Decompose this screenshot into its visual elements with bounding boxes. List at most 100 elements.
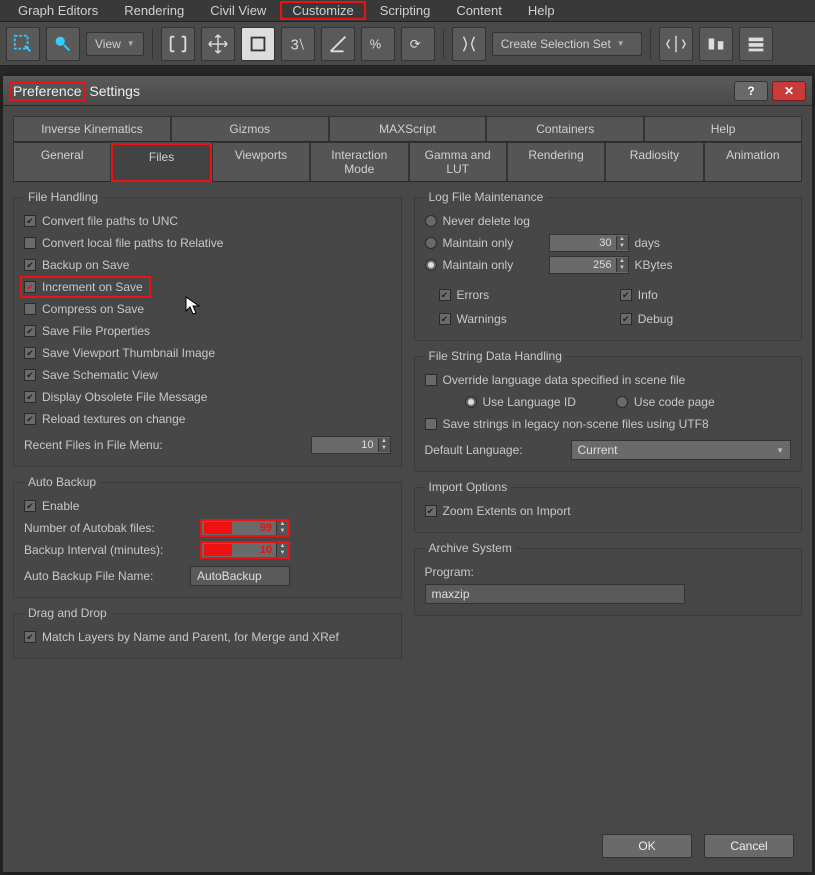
help-button[interactable]: ? (734, 81, 768, 101)
zoom-extents-label: Zoom Extents on Import (443, 504, 571, 518)
log-value-spinner[interactable]: ▲▼ (549, 234, 629, 252)
menu-scripting[interactable]: Scripting (368, 1, 443, 20)
program-input[interactable] (425, 584, 685, 604)
tab-maxscript[interactable]: MAXScript (329, 116, 487, 141)
tab-row-top: Inverse Kinematics Gizmos MAXScript Cont… (13, 116, 802, 142)
angle-snap-icon[interactable] (321, 27, 355, 61)
log-checkbox[interactable] (439, 289, 451, 301)
tab-inverse-kinematics[interactable]: Inverse Kinematics (13, 116, 171, 141)
file-handling-label: Reload textures on change (42, 412, 185, 426)
file-handling-label: Display Obsolete File Message (42, 390, 207, 404)
menu-graph-editors[interactable]: Graph Editors (6, 1, 110, 20)
log-radio[interactable] (425, 259, 437, 271)
tab-rendering[interactable]: Rendering (507, 142, 605, 181)
override-lang-checkbox[interactable] (425, 374, 437, 386)
file-handling-label: Increment on Save (42, 280, 143, 294)
mirror-icon[interactable] (659, 27, 693, 61)
autobackup-filename-label: Auto Backup File Name: (24, 569, 184, 583)
enable-autobackup-label: Enable (42, 499, 79, 513)
named-selection-icon[interactable] (452, 27, 486, 61)
menu-customize[interactable]: Customize (280, 1, 365, 20)
tab-gamma-lut[interactable]: Gamma and LUT (409, 142, 507, 181)
log-value-input[interactable] (550, 259, 616, 271)
use-language-id-radio[interactable] (465, 396, 477, 408)
toolbar: View▼ 3 % ⟳ Create Selection Set▼ (0, 22, 815, 66)
autobackup-spinner[interactable]: ▲▼ (200, 541, 290, 559)
autobackup-value-input[interactable] (232, 544, 276, 556)
log-radio-label: Maintain only (443, 236, 543, 250)
enable-autobackup-checkbox[interactable] (24, 500, 36, 512)
file-handling-checkbox[interactable] (24, 325, 36, 337)
file-handling-legend: File Handling (24, 190, 102, 204)
log-radio[interactable] (425, 215, 437, 227)
tab-animation[interactable]: Animation (704, 142, 802, 181)
ok-button[interactable]: OK (602, 834, 692, 858)
log-checkbox[interactable] (439, 313, 451, 325)
tab-viewports[interactable]: Viewports (212, 142, 310, 181)
recent-files-spinner[interactable]: ▲▼ (311, 436, 391, 454)
default-language-dropdown[interactable]: Current▼ (571, 440, 792, 460)
autobackup-spinner[interactable]: ▲▼ (200, 519, 290, 537)
file-handling-checkbox[interactable] (24, 347, 36, 359)
log-maintenance-group: Log File Maintenance Never delete logMai… (414, 190, 803, 341)
file-handling-checkbox[interactable] (24, 215, 36, 227)
select-region-icon[interactable] (6, 27, 40, 61)
file-handling-checkbox[interactable] (24, 391, 36, 403)
file-handling-label: Convert local file paths to Relative (42, 236, 223, 250)
menu-rendering[interactable]: Rendering (112, 1, 196, 20)
close-button[interactable]: ✕ (772, 81, 806, 101)
svg-text:⟳: ⟳ (409, 36, 420, 51)
menu-help[interactable]: Help (516, 1, 567, 20)
file-handling-checkbox[interactable] (24, 237, 36, 249)
file-handling-label: Compress on Save (42, 302, 144, 316)
recent-files-input[interactable] (312, 439, 378, 451)
archive-system-legend: Archive System (425, 541, 516, 555)
tab-general[interactable]: General (13, 142, 111, 181)
log-radio[interactable] (425, 237, 437, 249)
autobackup-param-label: Number of Autobak files: (24, 521, 194, 535)
selection-box-icon[interactable] (241, 27, 275, 61)
file-handling-checkbox[interactable] (24, 281, 36, 293)
tab-radiosity[interactable]: Radiosity (605, 142, 703, 181)
save-utf8-checkbox[interactable] (425, 418, 437, 430)
cancel-button[interactable]: Cancel (704, 834, 794, 858)
selection-set-dropdown[interactable]: Create Selection Set▼ (492, 32, 642, 56)
toolbar-separator (650, 29, 651, 59)
menu-civil-view[interactable]: Civil View (198, 1, 278, 20)
use-code-page-radio[interactable] (616, 396, 628, 408)
file-handling-checkbox[interactable] (24, 369, 36, 381)
file-handling-checkbox[interactable] (24, 413, 36, 425)
file-handling-checkbox[interactable] (24, 303, 36, 315)
layers-icon[interactable] (739, 27, 773, 61)
match-layers-checkbox[interactable] (24, 631, 36, 643)
zoom-extents-checkbox[interactable] (425, 505, 437, 517)
log-value-spinner[interactable]: ▲▼ (549, 256, 629, 274)
toolbar-separator (152, 29, 153, 59)
autobackup-filename-input[interactable] (190, 566, 290, 586)
percent-snap-icon[interactable]: % (361, 27, 395, 61)
use-code-page-label: Use code page (634, 395, 715, 409)
tab-interaction-mode[interactable]: Interaction Mode (310, 142, 408, 181)
log-checkbox[interactable] (620, 313, 632, 325)
constraint-3-icon[interactable]: 3 (281, 27, 315, 61)
selection-bracket-icon[interactable] (161, 27, 195, 61)
auto-backup-group: Auto Backup Enable Number of Autobak fil… (13, 475, 402, 598)
menu-content[interactable]: Content (444, 1, 514, 20)
tab-gizmos[interactable]: Gizmos (171, 116, 329, 141)
tab-files[interactable]: Files (111, 143, 211, 182)
log-suffix-label: days (635, 236, 660, 250)
filter-icon[interactable] (46, 27, 80, 61)
move-icon[interactable] (201, 27, 235, 61)
align-icon[interactable] (699, 27, 733, 61)
view-dropdown[interactable]: View▼ (86, 32, 144, 56)
tab-containers[interactable]: Containers (486, 116, 644, 141)
import-options-legend: Import Options (425, 480, 512, 494)
recent-files-label: Recent Files in File Menu: (24, 438, 163, 452)
file-handling-checkbox[interactable] (24, 259, 36, 271)
log-checkbox[interactable] (620, 289, 632, 301)
tab-help[interactable]: Help (644, 116, 802, 141)
file-handling-group: File Handling Convert file paths to UNCC… (13, 190, 402, 467)
log-value-input[interactable] (550, 237, 616, 249)
autobackup-value-input[interactable] (232, 522, 276, 534)
spinner-snap-icon[interactable]: ⟳ (401, 27, 435, 61)
